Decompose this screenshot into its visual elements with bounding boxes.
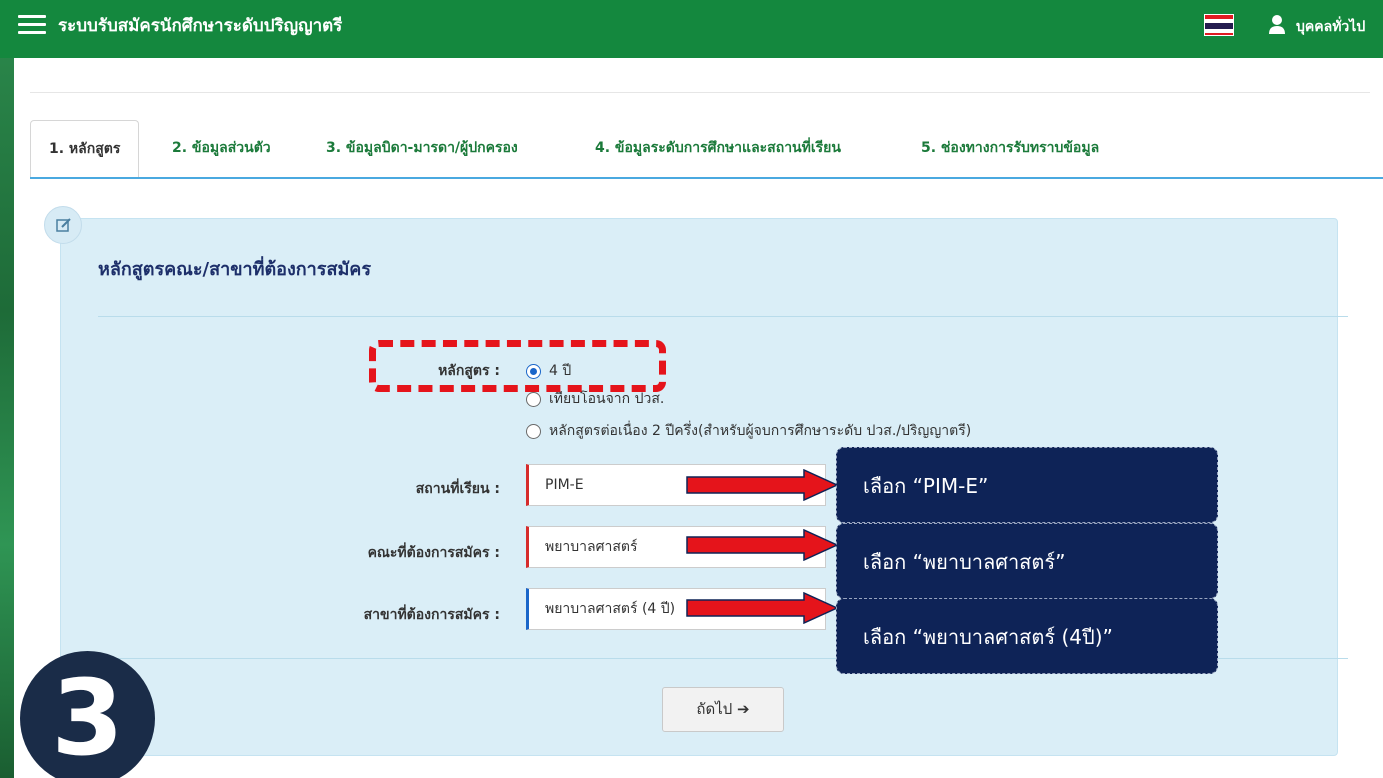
user-menu[interactable]: บุคคลทั่วไป bbox=[1296, 16, 1365, 38]
tab-info-channel[interactable]: 5. ช่องทางการรับทราบข้อมูล bbox=[921, 120, 1099, 178]
thai-flag-icon[interactable] bbox=[1204, 14, 1234, 36]
app-title: ระบบรับสมัครนักศึกษาระดับปริญญาตรี bbox=[58, 16, 343, 36]
hamburger-menu-icon[interactable] bbox=[14, 11, 50, 37]
radio-label: หลักสูตรต่อเนื่อง 2 ปีครึ่ง(สำหรับผู้จบก… bbox=[549, 423, 972, 439]
arrow-right-icon bbox=[686, 469, 838, 501]
tab-personal-info[interactable]: 2. ข้อมูลส่วนตัว bbox=[172, 120, 271, 178]
callout-faculty: เลือก “พยาบาลศาสตร์” bbox=[836, 523, 1218, 599]
top-navbar: ระบบรับสมัครนักศึกษาระดับปริญญาตรี บุคคล… bbox=[0, 0, 1383, 58]
radio-button[interactable] bbox=[526, 423, 541, 439]
step-number-badge: 3 bbox=[20, 651, 155, 778]
tab-education-info[interactable]: 4. ข้อมูลระดับการศึกษาและสถานที่เรียน bbox=[595, 120, 841, 178]
highlight-box bbox=[369, 340, 666, 392]
arrow-right-icon bbox=[686, 529, 838, 561]
next-button[interactable]: ถัดไป ➔ bbox=[662, 687, 784, 732]
edit-icon bbox=[44, 206, 82, 244]
divider bbox=[98, 316, 1348, 317]
tab-underline bbox=[30, 177, 1383, 179]
radio-continuing[interactable]: หลักสูตรต่อเนื่อง 2 ปีครึ่ง(สำหรับผู้จบก… bbox=[526, 420, 971, 442]
divider bbox=[30, 92, 1370, 93]
arrow-right-icon bbox=[686, 592, 838, 624]
form-step-tabs: 1. หลักสูตร 2. ข้อมูลส่วนตัว 3. ข้อมูลบิ… bbox=[30, 120, 1380, 178]
tab-parents-info[interactable]: 3. ข้อมูลบิดา-มารดา/ผู้ปกครอง bbox=[326, 120, 518, 178]
faculty-label: คณะที่ต้องการสมัคร : bbox=[367, 545, 500, 561]
decorative-side-strip bbox=[0, 0, 14, 778]
callout-campus: เลือก “PIM-E” bbox=[836, 447, 1218, 523]
callout-major: เลือก “พยาบาลศาสตร์ (4ปี)” bbox=[836, 598, 1218, 674]
major-label: สาขาที่ต้องการสมัคร : bbox=[363, 607, 500, 623]
section-title: หลักสูตรคณะ/สาขาที่ต้องการสมัคร bbox=[98, 259, 372, 280]
radio-label: เทียบโอนจาก ปวส. bbox=[549, 391, 665, 407]
campus-label: สถานที่เรียน : bbox=[415, 481, 500, 497]
radio-button[interactable] bbox=[526, 391, 541, 407]
tab-program[interactable]: 1. หลักสูตร bbox=[30, 120, 140, 178]
user-icon bbox=[1269, 15, 1285, 34]
